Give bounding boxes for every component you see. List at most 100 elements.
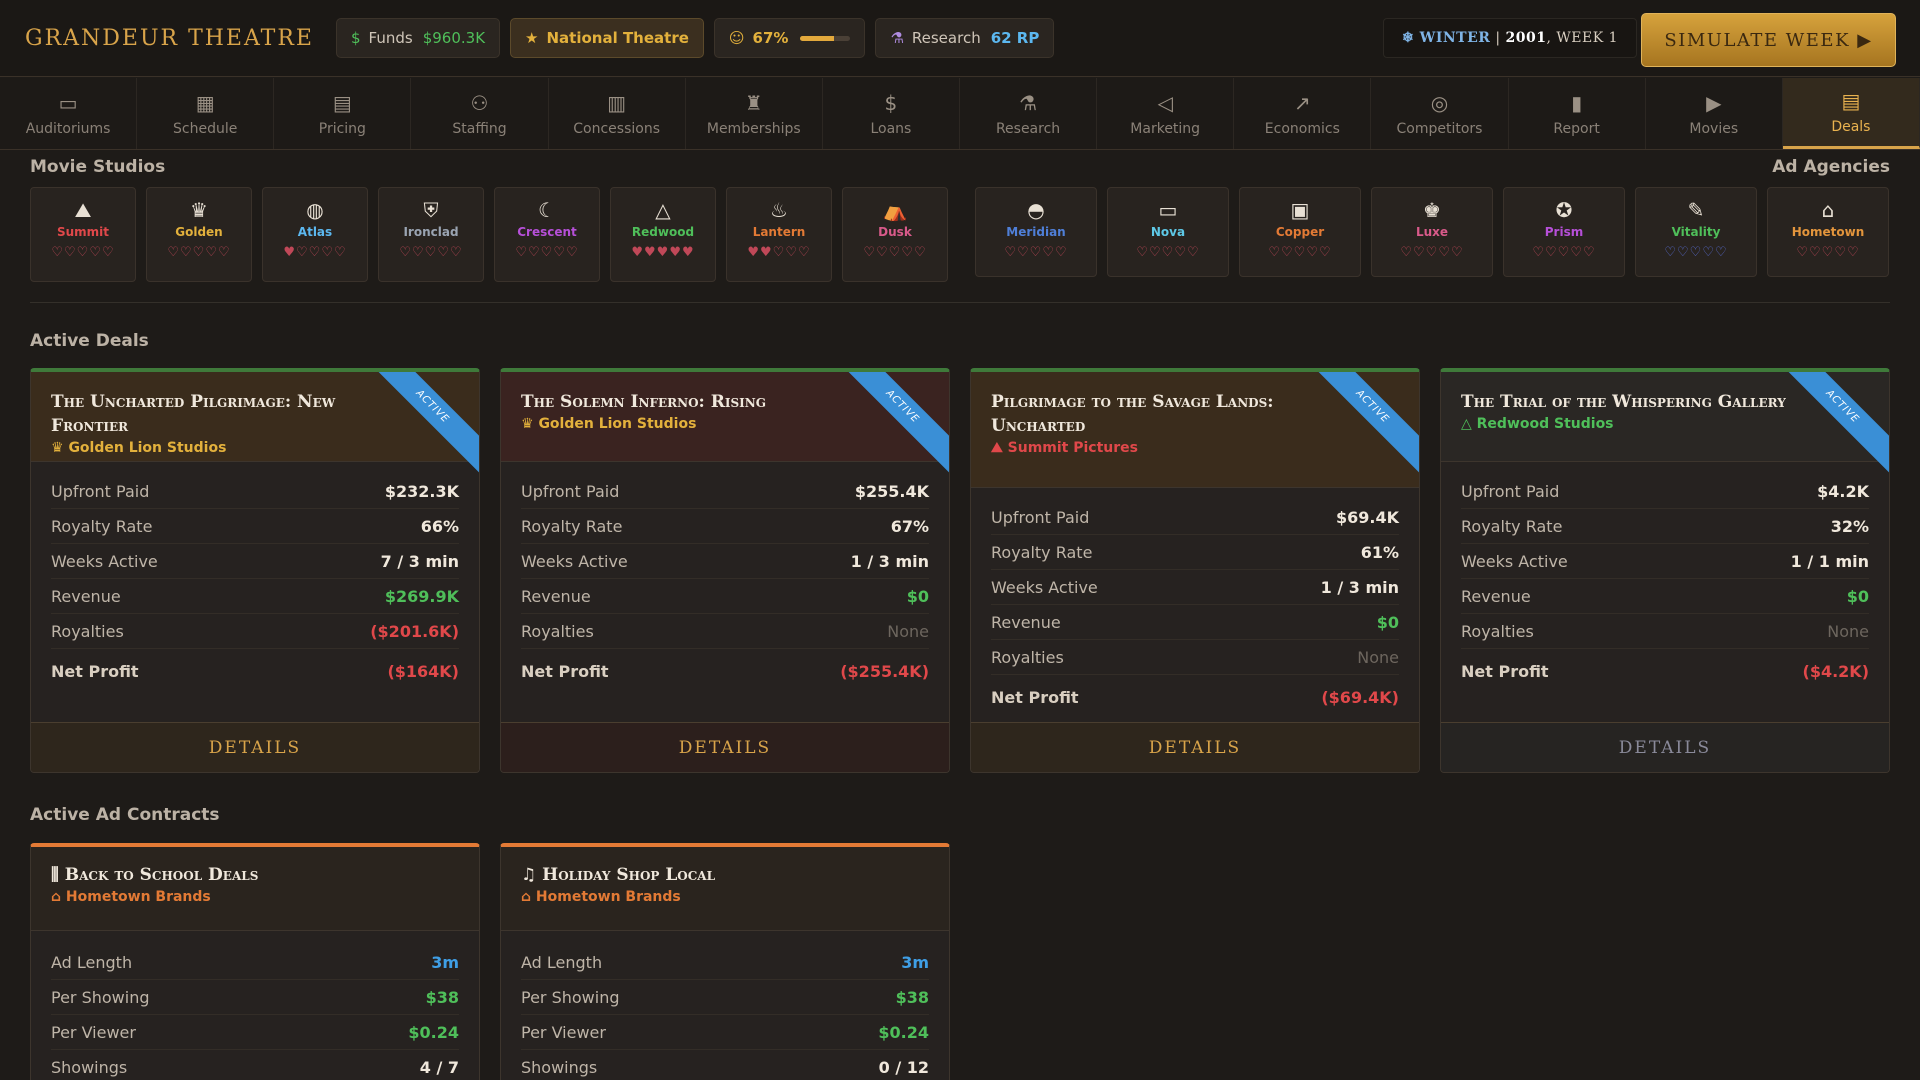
agency-card-hometown[interactable]: ⌂ Hometown ♡♡♡♡♡ <box>1767 187 1889 277</box>
row-value: $38 <box>895 987 929 1007</box>
row-label: Royalty Rate <box>991 542 1093 562</box>
contract-header: ⫼ Back to School Deals ⌂ Hometown Brands <box>31 847 479 931</box>
net-profit-row: Net Profit ($4.2K) <box>1461 649 1869 693</box>
simulate-week-button[interactable]: SIMULATE WEEK ▶ <box>1641 13 1896 67</box>
studio-card-redwood[interactable]: △ Redwood ♥♥♥♥♥ <box>610 187 716 282</box>
contract-icon: ♫ <box>521 865 543 885</box>
deal-stats: Upfront Paid $69.4K Royalty Rate 61% Weeks A… <box>971 488 1419 719</box>
relationship-hearts: ♡♡♡♡♡ <box>863 245 927 260</box>
tab-report[interactable]: ▮ Report <box>1509 78 1646 149</box>
agency-card-meridian[interactable]: ◓ Meridian ♡♡♡♡♡ <box>975 187 1097 277</box>
tab-marketing[interactable]: ◁ Marketing <box>1097 78 1235 149</box>
contract-title: ⫼ Back to School Deals <box>51 865 459 885</box>
deal-row: Royalties None <box>991 640 1399 675</box>
studio-name: Ironclad <box>403 225 459 239</box>
agency-list: ◓ Meridian ♡♡♡♡♡ ▭ Nova ♡♡♡♡♡ ▣ Copper ♡♡♡♡♡ ♚ Lux… <box>975 187 1889 277</box>
deal-row: Revenue $0 <box>991 605 1399 640</box>
deal-row: Royalty Rate 66% <box>51 509 459 544</box>
row-value: $0 <box>906 586 929 606</box>
deal-studio-name: Golden Lion Studios <box>538 416 697 432</box>
tab-loans[interactable]: $ Loans <box>823 78 960 149</box>
relationship-hearts: ♡♡♡♡♡ <box>167 245 231 260</box>
relationship-hearts: ♡♡♡♡♡ <box>1400 245 1464 260</box>
bars-icon: ▮ <box>1571 90 1583 115</box>
agency-card-vitality[interactable]: ✎ Vitality ♡♡♡♡♡ <box>1635 187 1757 277</box>
net-profit-label: Net Profit <box>1461 661 1549 681</box>
tab-staffing[interactable]: ⚇ Staffing <box>411 78 549 149</box>
row-label: Revenue <box>521 586 591 606</box>
agency-logo-icon: ✪ <box>1555 198 1573 222</box>
row-label: Royalties <box>521 621 594 641</box>
agency-card-prism[interactable]: ✪ Prism ♡♡♡♡♡ <box>1503 187 1625 277</box>
studio-card-lantern[interactable]: ♨ Lantern ♥♥♡♡♡ <box>726 187 832 282</box>
deal-card: The Trial of the Whispering Gallery △ Red… <box>1440 368 1890 773</box>
agency-logo-icon: ♚ <box>1423 198 1441 222</box>
deal-studio: ⛰ Summit Pictures <box>991 440 1399 456</box>
agency-card-copper[interactable]: ▣ Copper ♡♡♡♡♡ <box>1239 187 1361 277</box>
smile-icon: ☺ <box>728 29 745 47</box>
popcorn-icon: ▥ <box>607 90 627 115</box>
tab-deals[interactable]: ▤ Deals <box>1782 78 1920 149</box>
star-icon: ★ <box>525 29 539 47</box>
row-label: Revenue <box>991 612 1061 632</box>
satisfaction-bar <box>800 35 851 41</box>
medal-icon: ♜ <box>744 90 763 115</box>
flask-icon: ⚗ <box>890 29 904 47</box>
agency-card-luxe[interactable]: ♚ Luxe ♡♡♡♡♡ <box>1371 187 1493 277</box>
season-label: WINTER <box>1419 30 1491 46</box>
research-pill: ⚗ Research 62 RP <box>875 18 1055 58</box>
tab-label: Concessions <box>573 120 660 137</box>
deal-row: Royalties None <box>1461 614 1869 649</box>
row-value: 4 / 7 <box>419 1057 459 1077</box>
studio-name: Redwood <box>631 225 695 239</box>
tab-schedule[interactable]: ▦ Schedule <box>137 78 275 149</box>
agency-logo-icon: ⌂ <box>521 889 536 905</box>
row-label: Upfront Paid <box>51 481 150 501</box>
tab-label: Marketing <box>1130 120 1201 137</box>
studio-card-dusk[interactable]: ⛺ Dusk ♡♡♡♡♡ <box>842 187 948 282</box>
chart-icon: ↗ <box>1293 90 1311 115</box>
week-label: , WEEK 1 <box>1546 30 1619 46</box>
studio-name: Golden <box>175 225 223 239</box>
row-label: Per Viewer <box>51 1022 136 1042</box>
row-value: 7 / 3 min <box>380 551 459 571</box>
contract-agency-name: Hometown Brands <box>535 889 681 905</box>
funds-label: Funds <box>368 29 413 47</box>
deal-studio-name: Redwood Studios <box>1476 416 1614 432</box>
agency-card-nova[interactable]: ▭ Nova ♡♡♡♡♡ <box>1107 187 1229 277</box>
deal-row: Upfront Paid $4.2K <box>1461 474 1869 509</box>
deal-details-button[interactable]: DETAILS <box>501 722 949 772</box>
studio-card-crescent[interactable]: ☾ Crescent ♡♡♡♡♡ <box>494 187 600 282</box>
deal-studio: ♛ Golden Lion Studios <box>51 440 459 456</box>
row-value: 1 / 1 min <box>1790 551 1869 571</box>
studio-card-atlas[interactable]: ◍ Atlas ♥♡♡♡♡ <box>262 187 368 282</box>
studio-card-ironclad[interactable]: ⛨ Ironclad ♡♡♡♡♡ <box>378 187 484 282</box>
tab-competitors[interactable]: ◎ Competitors <box>1371 78 1509 149</box>
row-label: Ad Length <box>51 952 133 972</box>
tab-pricing[interactable]: ▤ Pricing <box>274 78 412 149</box>
tab-label: Economics <box>1264 120 1340 137</box>
tab-auditoriums[interactable]: ▭ Auditoriums <box>0 78 138 149</box>
net-profit-row: Net Profit ($164K) <box>51 649 459 693</box>
tab-memberships[interactable]: ♜ Memberships <box>686 78 823 149</box>
contract-row: Showings 4 / 7 <box>51 1050 459 1080</box>
row-label: Revenue <box>1461 586 1531 606</box>
studio-card-summit[interactable]: ⛰ Summit ♡♡♡♡♡ <box>30 187 136 282</box>
row-value: $38 <box>425 987 459 1007</box>
tab-concessions[interactable]: ▥ Concessions <box>549 78 686 149</box>
deal-row: Revenue $0 <box>1461 579 1869 614</box>
row-label: Upfront Paid <box>521 481 620 501</box>
relationship-hearts: ♡♡♡♡♡ <box>1796 245 1860 260</box>
deal-details-button[interactable]: DETAILS <box>31 722 479 772</box>
deal-details-button[interactable]: DETAILS <box>1441 722 1889 772</box>
studio-logo-icon: △ <box>1461 416 1477 432</box>
tab-economics[interactable]: ↗ Economics <box>1234 78 1372 149</box>
studio-logo-icon: ♨ <box>770 198 788 222</box>
tier-pill: ★ National Theatre <box>510 18 704 58</box>
row-label: Royalty Rate <box>521 516 623 536</box>
funds-value: $960.3K <box>422 29 486 47</box>
tab-research[interactable]: ⚗ Research <box>960 78 1098 149</box>
tab-movies[interactable]: ▶ Movies <box>1646 78 1783 149</box>
deal-details-button[interactable]: DETAILS <box>971 722 1419 772</box>
studio-card-golden[interactable]: ♛ Golden ♡♡♡♡♡ <box>146 187 252 282</box>
